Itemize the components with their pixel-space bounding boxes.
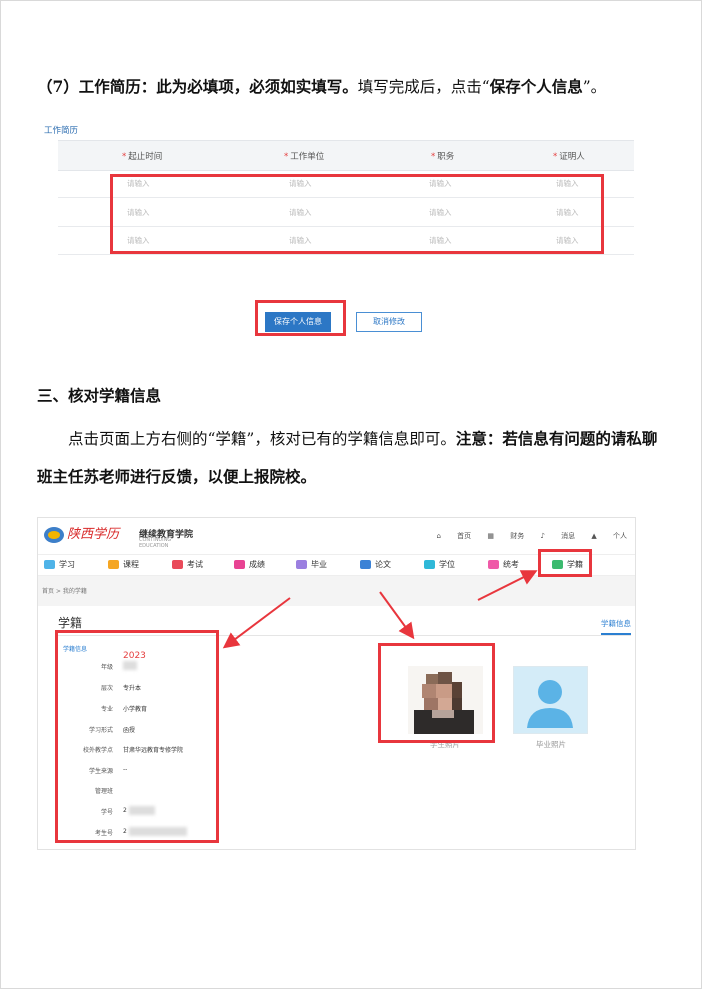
cancel-edit-button[interactable]: 取消修改 (356, 312, 422, 332)
arrow-to-records-nav (477, 570, 538, 601)
annotation-arrows (222, 570, 538, 649)
section3-heading: 三、核对学籍信息 (37, 387, 162, 405)
col-employer: * 工作单位 (284, 152, 325, 162)
highlight-box-save (255, 300, 346, 336)
col-position: * 职务 (431, 152, 455, 162)
highlight-box-inputs (110, 174, 604, 254)
records-screenshot: 陕西学历 继续教育学院 CONTINUING EDUCATION ⌂ 首页 ▦ … (37, 517, 636, 850)
table-header: * 起止时间 * 工作单位 * 职务 * 证明人 (58, 140, 634, 171)
col-reference: * 证明人 (553, 152, 585, 162)
section3-paragraph: 点击页面上方右侧的“学籍”，核对已有的学籍信息即可。注意：若信息有问题的请私聊班… (37, 429, 658, 486)
arrow-to-fields (222, 597, 291, 649)
work-history-title: 工作简历 (44, 126, 79, 136)
col-period: * 起止时间 (122, 152, 163, 162)
section7-instruction: （7）工作简历：此为必填项，必须如实填写。填写完成后，点击“保存个人信息”。 (37, 77, 607, 96)
arrow-to-photo (379, 591, 415, 640)
